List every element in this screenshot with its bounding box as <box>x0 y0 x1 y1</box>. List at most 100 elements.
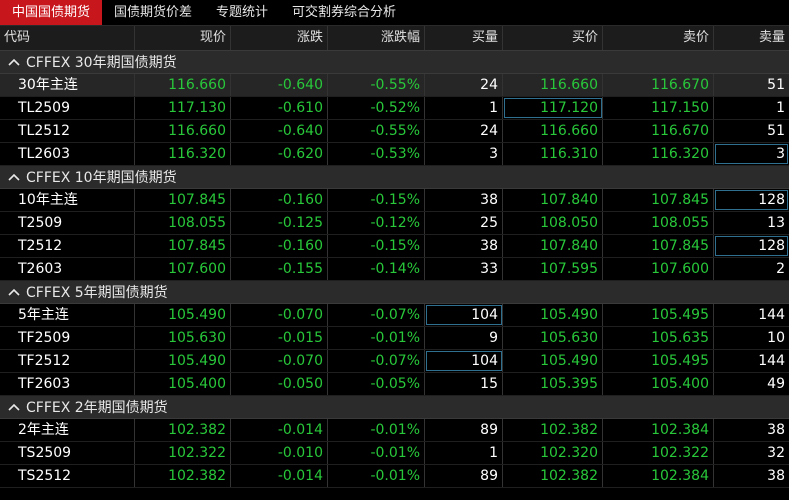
row-change-pct: -0.07% <box>328 350 425 372</box>
table-row[interactable]: 30年主连 116.660 -0.640 -0.55% 24 116.660 116.670… <box>0 74 789 97</box>
table-row[interactable]: T2603 107.600 -0.155 -0.14% 33 107.595 107.600… <box>0 258 789 281</box>
row-ask-volume: 32 <box>767 445 785 461</box>
table-header: 代码 现价 涨跌 涨跌幅 买量 买价 卖价 卖量 <box>0 26 789 51</box>
row-change-pct: -0.14% <box>328 258 425 280</box>
table-row[interactable]: TL2603 116.320 -0.620 -0.53% 3 116.310 116.320… <box>0 143 789 166</box>
row-change: -0.610 <box>231 97 328 119</box>
row-change: -0.070 <box>231 304 328 326</box>
row-code: TL2512 <box>0 120 135 142</box>
row-change: -0.620 <box>231 143 328 165</box>
table-row[interactable]: T2512 107.845 -0.160 -0.15% 38 107.840 107.845… <box>0 235 789 258</box>
group-header[interactable]: CFFEX 10年期国债期货 <box>0 166 789 189</box>
row-price: 105.490 <box>135 304 231 326</box>
row-bid-volume: 38 <box>425 235 503 257</box>
row-change: -0.640 <box>231 120 328 142</box>
table-row[interactable]: TL2509 117.130 -0.610 -0.52% 1 117.120 117.150… <box>0 97 789 120</box>
table-row[interactable]: TS2512 102.382 -0.014 -0.01% 89 102.382 102.38… <box>0 465 789 488</box>
col-header-code[interactable]: 代码 <box>0 26 135 50</box>
group-header[interactable]: CFFEX 30年期国债期货 <box>0 51 789 74</box>
col-header-ask-price[interactable]: 卖价 <box>603 26 714 50</box>
row-bid-price: 105.395 <box>503 373 603 395</box>
row-ask-volume: 3 <box>714 143 789 165</box>
row-change-pct: -0.01% <box>328 442 425 464</box>
table-row[interactable]: TS2509 102.322 -0.010 -0.01% 1 102.320 102.322… <box>0 442 789 465</box>
row-change: -0.125 <box>231 212 328 234</box>
row-ask-price: 102.384 <box>603 419 714 441</box>
row-bid-volume: 104 <box>425 304 503 326</box>
row-bid-price: 102.382 <box>503 465 603 487</box>
chevron-up-icon[interactable] <box>6 55 22 69</box>
row-ask-price: 105.400 <box>603 373 714 395</box>
row-change-pct: -0.12% <box>328 212 425 234</box>
table-body: CFFEX 30年期国债期货 30年主连 116.660 -0.640 -0.55% 24… <box>0 51 789 488</box>
row-code: TS2509 <box>0 442 135 464</box>
row-ask-price: 105.495 <box>603 350 714 372</box>
group-title: CFFEX 5年期国债期货 <box>26 285 168 301</box>
row-bid-volume: 1 <box>425 97 503 119</box>
table-row[interactable]: 5年主连 105.490 -0.070 -0.07% 104 105.490 105.495… <box>0 304 789 327</box>
row-change-pct: -0.53% <box>328 143 425 165</box>
group-title: CFFEX 30年期国债期货 <box>26 55 177 71</box>
row-change: -0.014 <box>231 419 328 441</box>
row-bid-volume: 1 <box>425 442 503 464</box>
tab-deliverable-bond-analysis[interactable]: 可交割券综合分析 <box>280 0 408 25</box>
row-price: 116.660 <box>135 120 231 142</box>
row-ask-volume: 128 <box>714 189 789 211</box>
row-ask-volume: 10 <box>767 330 785 346</box>
table-row[interactable]: TF2509 105.630 -0.015 -0.01% 9 105.630 105.635… <box>0 327 789 350</box>
row-ask-volume: 1 <box>776 100 785 116</box>
row-bid-price: 108.050 <box>503 212 603 234</box>
chevron-up-icon[interactable] <box>6 400 22 414</box>
row-price: 107.600 <box>135 258 231 280</box>
row-ask-price: 116.670 <box>603 120 714 142</box>
table-row[interactable]: TL2512 116.660 -0.640 -0.55% 24 116.660 116.67… <box>0 120 789 143</box>
tab-bar: 中国国债期货 国债期货价差 专题统计 可交割券综合分析 <box>0 0 789 26</box>
row-change-pct: -0.15% <box>328 189 425 211</box>
col-header-bid-volume[interactable]: 买量 <box>425 26 503 50</box>
col-header-bid-price[interactable]: 买价 <box>503 26 603 50</box>
row-code: TF2509 <box>0 327 135 349</box>
row-ask-price: 107.845 <box>603 189 714 211</box>
row-bid-price: 117.120 <box>503 97 603 119</box>
row-ask-volume: 2 <box>776 261 785 277</box>
row-change: -0.160 <box>231 189 328 211</box>
row-change-pct: -0.52% <box>328 97 425 119</box>
row-ask-volume: 51 <box>767 77 785 93</box>
row-bid-volume: 15 <box>425 373 503 395</box>
table-row[interactable]: TF2512 105.490 -0.070 -0.07% 104 105.490 105.4… <box>0 350 789 373</box>
row-bid-volume: 3 <box>425 143 503 165</box>
tab-china-bond-futures[interactable]: 中国国债期货 <box>0 0 103 25</box>
chevron-up-icon[interactable] <box>6 170 22 184</box>
row-change-pct: -0.05% <box>328 373 425 395</box>
row-ask-volume: 38 <box>767 468 785 484</box>
row-price: 116.660 <box>135 74 231 96</box>
group-header[interactable]: CFFEX 2年期国债期货 <box>0 396 789 419</box>
group-header[interactable]: CFFEX 5年期国债期货 <box>0 281 789 304</box>
row-ask-price: 105.635 <box>603 327 714 349</box>
col-header-ask-volume[interactable]: 卖量 <box>714 26 789 50</box>
row-bid-volume: 38 <box>425 189 503 211</box>
tab-topic-statistics[interactable]: 专题统计 <box>204 0 280 25</box>
col-header-price[interactable]: 现价 <box>135 26 231 50</box>
row-price: 102.382 <box>135 465 231 487</box>
row-ask-price: 116.670 <box>603 74 714 96</box>
table-row[interactable]: T2509 108.055 -0.125 -0.12% 25 108.050 108.055… <box>0 212 789 235</box>
row-price: 107.845 <box>135 235 231 257</box>
table-row[interactable]: 2年主连 102.382 -0.014 -0.01% 89 102.382 102.384 3… <box>0 419 789 442</box>
row-change-pct: -0.01% <box>328 327 425 349</box>
row-ask-volume: 51 <box>767 123 785 139</box>
chevron-up-icon[interactable] <box>6 285 22 299</box>
col-header-change[interactable]: 涨跌 <box>231 26 328 50</box>
row-price: 105.630 <box>135 327 231 349</box>
row-code: TF2512 <box>0 350 135 372</box>
row-bid-price: 107.595 <box>503 258 603 280</box>
table-row[interactable]: TF2603 105.400 -0.050 -0.05% 15 105.395 105.40… <box>0 373 789 396</box>
table-row[interactable]: 10年主连 107.845 -0.160 -0.15% 38 107.840 107.845… <box>0 189 789 212</box>
row-bid-price: 105.490 <box>503 350 603 372</box>
row-code: 30年主连 <box>0 74 135 96</box>
col-header-change-pct[interactable]: 涨跌幅 <box>328 26 425 50</box>
row-change: -0.070 <box>231 350 328 372</box>
row-bid-price: 116.660 <box>503 120 603 142</box>
row-ask-price: 105.495 <box>603 304 714 326</box>
tab-bond-futures-spread[interactable]: 国债期货价差 <box>102 0 204 25</box>
